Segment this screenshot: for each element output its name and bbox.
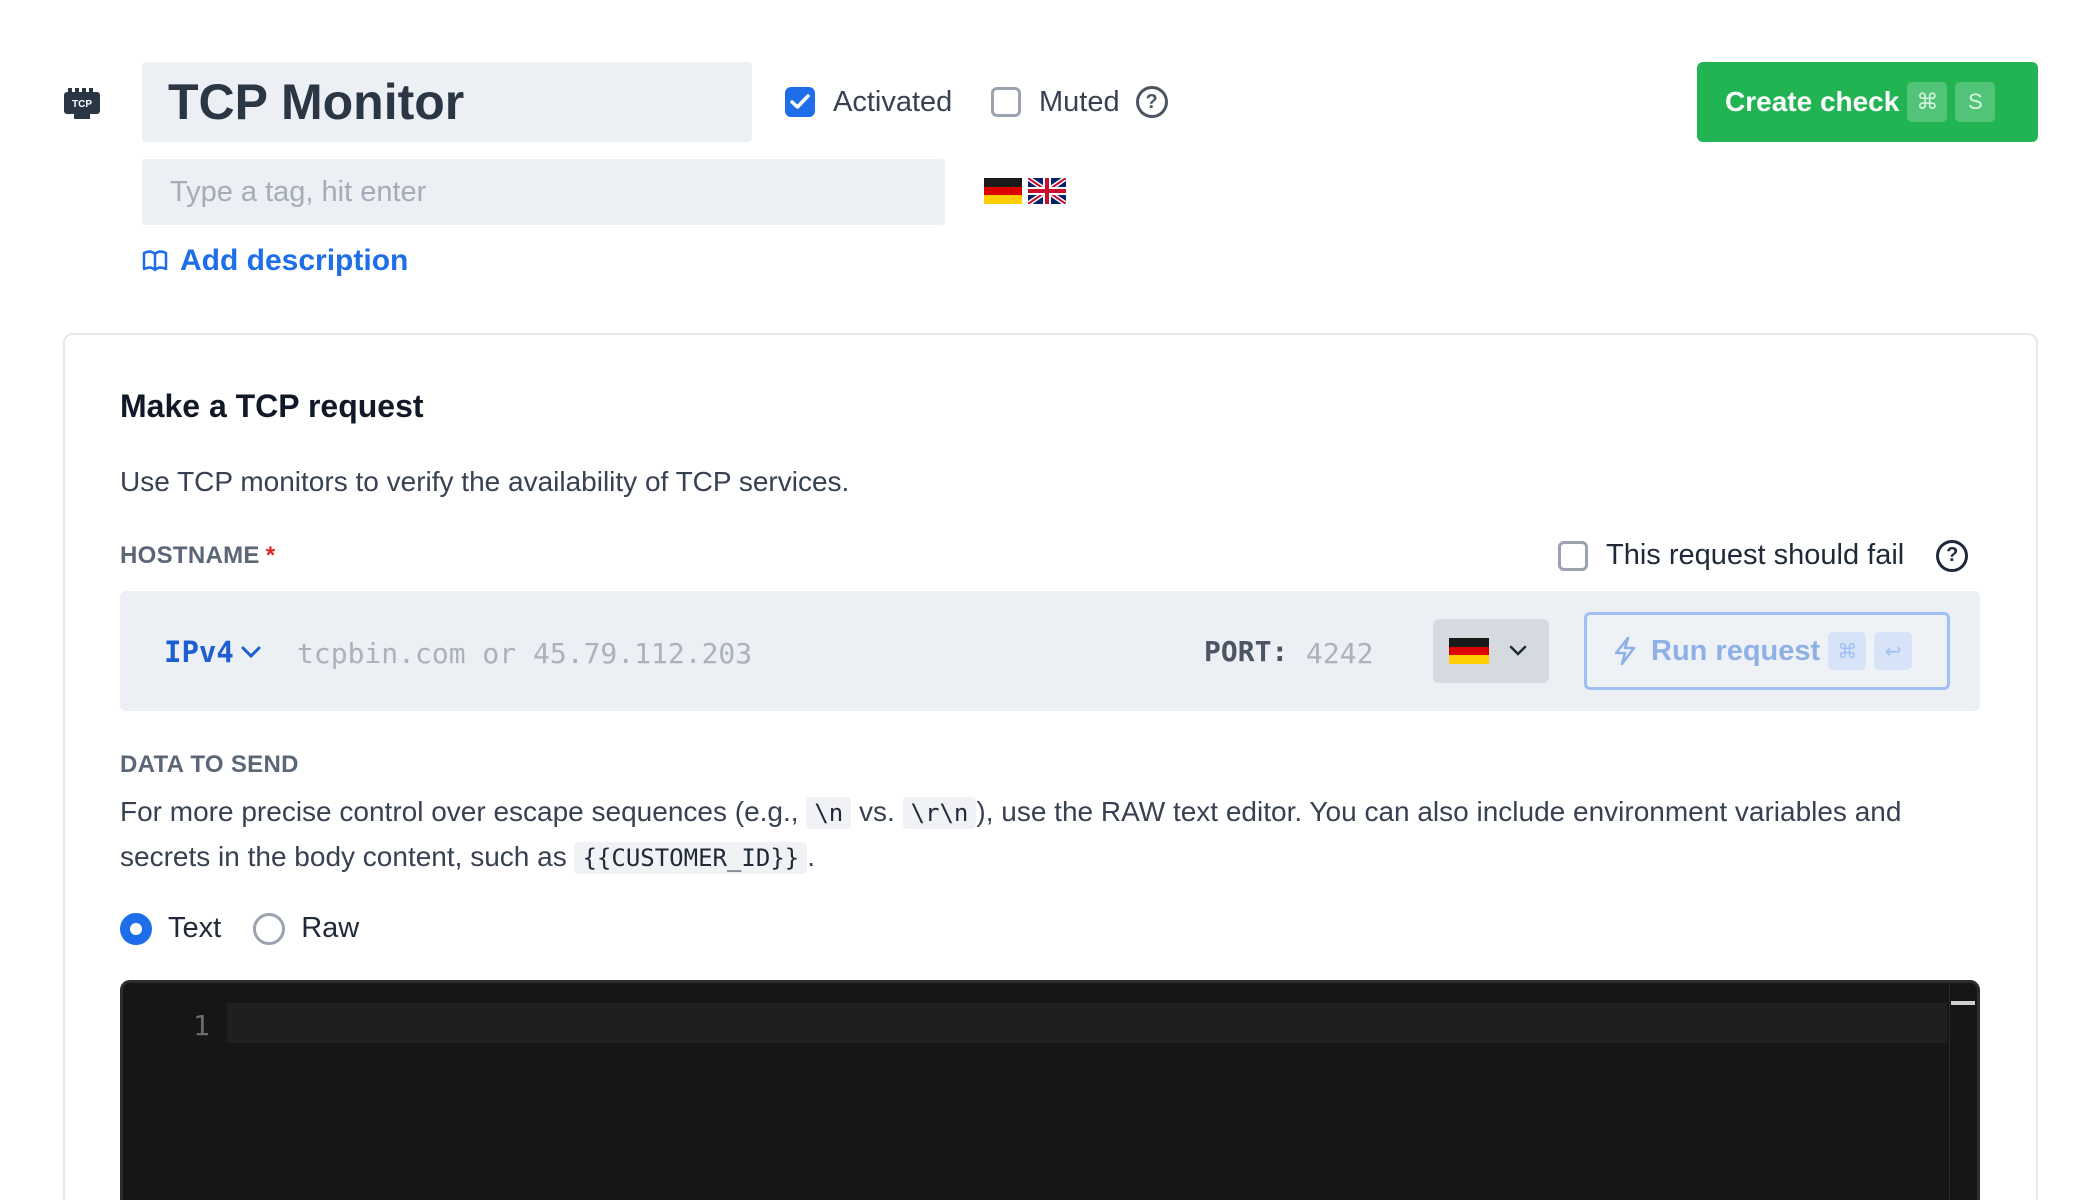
checkmark-icon	[790, 94, 810, 109]
enter-key-icon: ↩	[1874, 632, 1913, 670]
cmd-key-icon: ⌘	[1907, 82, 1948, 122]
flag-germany-icon[interactable]	[984, 178, 1022, 204]
data-help-text: For more precise control over escape seq…	[120, 796, 1902, 874]
mode-radio-group: Text Raw	[120, 912, 359, 945]
code-editor[interactable]: 1	[120, 980, 1980, 1200]
activated-toggle[interactable]: Activated	[785, 84, 952, 120]
chevron-down-icon	[1509, 645, 1527, 656]
ip-version-select[interactable]: IPv4	[164, 635, 262, 669]
lightning-icon	[1614, 636, 1636, 666]
create-check-button[interactable]: Create check ⌘ S	[1697, 62, 2038, 142]
port-input[interactable]: 4242	[1306, 637, 1373, 670]
cmd-key-icon: ⌘	[1828, 632, 1867, 670]
tcp-monitor-icon: TCP	[64, 86, 100, 120]
required-marker: *	[265, 542, 276, 569]
muted-help-icon[interactable]: ?	[1135, 86, 1168, 118]
radio-text[interactable]	[120, 912, 152, 945]
activated-checkbox[interactable]	[785, 87, 815, 117]
run-request-button[interactable]: Run request ⌘ ↩	[1584, 612, 1950, 690]
monitor-name-input[interactable]: TCP Monitor	[142, 62, 752, 142]
code-crlf: \r\n	[902, 797, 977, 829]
activated-label: Activated	[833, 85, 953, 118]
radio-text-label[interactable]: Text	[168, 912, 221, 945]
tcp-icon-text: TCP	[72, 99, 92, 110]
radio-raw-label[interactable]: Raw	[301, 912, 359, 945]
flag-uk-icon[interactable]	[1028, 178, 1066, 204]
should-fail-toggle[interactable]: This request should fail ?	[1558, 539, 1969, 572]
muted-label: Muted	[1039, 85, 1120, 118]
muted-checkbox[interactable]	[991, 87, 1021, 117]
code-customer-id: {{CUSTOMER_ID}}	[574, 842, 808, 874]
radio-raw[interactable]	[253, 912, 286, 945]
muted-toggle[interactable]: Muted ?	[991, 84, 1168, 120]
hostname-label: HOSTNAME *	[120, 542, 276, 569]
ip-version-value: IPv4	[164, 635, 234, 669]
s-key: S	[1955, 82, 1996, 122]
create-check-label: Create check	[1725, 86, 1900, 117]
data-to-send-label: DATA TO SEND	[120, 751, 299, 778]
editor-scrollbar[interactable]	[1949, 983, 1977, 1200]
locale-flags	[984, 178, 1066, 204]
flag-germany-icon	[1449, 638, 1489, 664]
code-newline: \n	[806, 797, 852, 829]
request-bar: IPv4 tcpbin.com or 45.79.112.203 PORT: 4…	[120, 591, 1980, 711]
book-icon	[142, 250, 168, 272]
add-description-label: Add description	[180, 244, 409, 277]
chevron-down-icon	[241, 646, 261, 659]
add-description-link[interactable]: Add description	[142, 244, 408, 278]
run-request-label: Run request	[1651, 634, 1821, 667]
run-location-select[interactable]	[1433, 619, 1549, 683]
should-fail-help-icon[interactable]: ?	[1936, 539, 1969, 572]
hostname-input[interactable]: tcpbin.com or 45.79.112.203	[297, 637, 752, 670]
card-title: Make a TCP request	[120, 388, 424, 424]
active-line	[227, 1003, 1947, 1043]
port-label: PORT:	[1204, 635, 1289, 668]
should-fail-label: This request should fail	[1606, 539, 1905, 571]
scroll-marker	[1951, 1001, 1975, 1005]
line-number: 1	[193, 1009, 210, 1042]
card-subtitle: Use TCP monitors to verify the availabil…	[120, 466, 850, 497]
should-fail-checkbox[interactable]	[1558, 540, 1588, 571]
tag-input[interactable]: Type a tag, hit enter	[142, 159, 945, 225]
